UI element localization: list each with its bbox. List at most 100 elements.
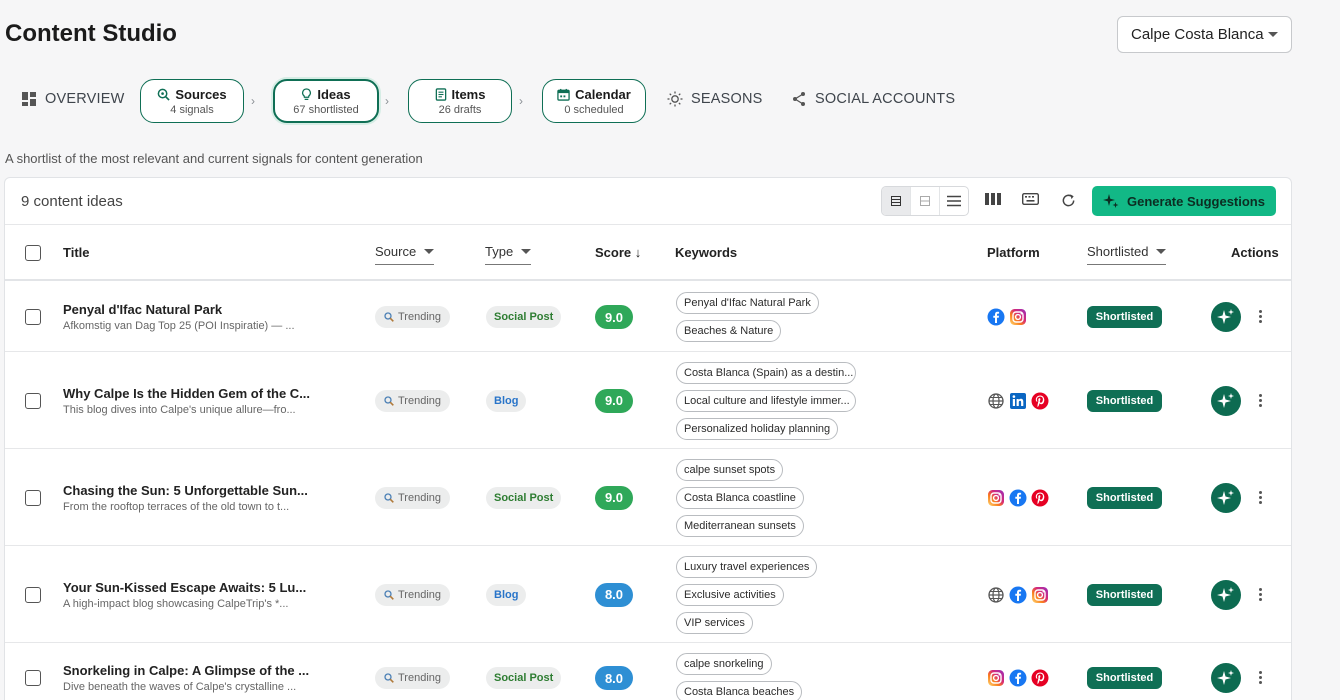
density-comfortable-button[interactable] xyxy=(940,187,968,215)
keyword-chip[interactable]: Mediterranean sunsets xyxy=(676,514,804,537)
status-badge[interactable]: Shortlisted xyxy=(1087,306,1162,328)
row-checkbox[interactable] xyxy=(25,489,41,506)
idea-title[interactable]: Snorkeling in Calpe: A Glimpse of the ..… xyxy=(63,663,309,678)
page-title: Content Studio xyxy=(5,20,177,47)
workspace-label: Calpe Costa Blanca xyxy=(1131,26,1264,43)
density-standard-button[interactable] xyxy=(911,187,940,215)
step-items-label: Items xyxy=(451,86,486,102)
chevron-down-icon xyxy=(521,249,532,254)
nav-social-accounts[interactable]: SOCIAL ACCOUNTS xyxy=(791,91,955,107)
idea-title[interactable]: Your Sun-Kissed Escape Awaits: 5 Lu... xyxy=(63,580,306,595)
table-row[interactable]: Why Calpe Is the Hidden Gem of the C... … xyxy=(5,352,1291,449)
more-options-icon[interactable] xyxy=(1255,393,1265,407)
status-badge[interactable]: Shortlisted xyxy=(1087,667,1162,689)
type-chip: Social Post xyxy=(486,667,562,689)
table-row[interactable]: Snorkeling in Calpe: A Glimpse of the ..… xyxy=(5,643,1291,700)
status-badge[interactable]: Shortlisted xyxy=(1087,583,1162,606)
keyword-chip[interactable]: Costa Blanca coastline xyxy=(676,486,804,509)
table-row[interactable]: Your Sun-Kissed Escape Awaits: 5 Lu... A… xyxy=(5,546,1291,643)
generate-suggestions-button[interactable]: Generate Suggestions xyxy=(1092,186,1276,216)
table-row[interactable]: Penyal d'Ifac Natural Park Afkomstig van… xyxy=(5,282,1291,352)
select-all-checkbox[interactable] xyxy=(25,245,41,261)
status-badge[interactable]: Shortlisted xyxy=(1087,389,1162,412)
chevron-down-icon xyxy=(1268,32,1278,37)
nav-seasons-label: SEASONS xyxy=(691,91,763,107)
instagram-icon xyxy=(987,489,1005,507)
keyword-chip[interactable]: Penyal d'Ifac Natural Park xyxy=(676,292,819,314)
keyword-chip[interactable]: Local culture and lifestyle immer... xyxy=(676,389,856,412)
ai-generate-button[interactable] xyxy=(1211,302,1241,332)
nav-seasons[interactable]: SEASONS xyxy=(667,91,763,107)
keyword-chip[interactable]: Personalized holiday planning xyxy=(676,417,839,440)
idea-title[interactable]: Penyal d'Ifac Natural Park xyxy=(63,302,222,317)
ai-generate-button[interactable] xyxy=(1211,579,1241,610)
step-ideas[interactable]: Ideas 67 shortlisted xyxy=(273,79,379,123)
keyword-chip[interactable]: calpe sunset spots xyxy=(676,458,784,481)
nav-overview[interactable]: OVERVIEW xyxy=(21,91,125,107)
more-options-icon[interactable] xyxy=(1255,587,1265,601)
type-chip: Blog xyxy=(486,583,527,606)
keyword-chip[interactable]: Luxury travel experiences xyxy=(676,555,818,578)
step-sources[interactable]: Sources 4 signals xyxy=(140,79,244,123)
idea-description: From the rooftop terraces of the old tow… xyxy=(63,500,290,513)
document-icon xyxy=(435,87,446,101)
linkedin-icon xyxy=(1009,392,1027,410)
share-icon xyxy=(793,92,805,106)
sparkle-icon xyxy=(1217,489,1234,505)
ai-generate-button[interactable] xyxy=(1211,482,1241,513)
col-source-label: Source xyxy=(375,244,417,259)
ai-generate-button[interactable] xyxy=(1211,663,1241,693)
keyword-list: calpe snorkeling Costa Blanca beaches xyxy=(676,653,803,700)
source-label: Trending xyxy=(398,311,442,323)
source-chip: Trending xyxy=(375,389,451,412)
more-options-icon[interactable] xyxy=(1255,490,1265,504)
col-type-filter[interactable]: Type xyxy=(485,244,532,265)
keyword-chip[interactable]: VIP services xyxy=(676,611,753,634)
facebook-icon xyxy=(987,308,1005,326)
row-checkbox[interactable] xyxy=(25,309,41,325)
more-options-icon[interactable] xyxy=(1255,310,1265,323)
row-checkbox[interactable] xyxy=(25,586,41,603)
step-calendar[interactable]: Calendar 0 scheduled xyxy=(542,79,646,123)
columns-icon[interactable] xyxy=(985,192,1001,206)
table-row[interactable]: Chasing the Sun: 5 Unforgettable Sun... … xyxy=(5,449,1291,546)
keyword-chip[interactable]: calpe snorkeling xyxy=(676,653,772,675)
step-sources-count: 4 signals xyxy=(170,103,214,116)
col-actions: Actions xyxy=(1231,245,1279,260)
density-compact-button[interactable] xyxy=(882,187,911,215)
source-chip: Trending xyxy=(375,306,451,328)
sparkle-icon xyxy=(1217,586,1234,602)
table-header: Title Source Type Score ↓ Keywords Platf… xyxy=(5,226,1291,281)
col-type-label: Type xyxy=(485,244,514,259)
status-badge[interactable]: Shortlisted xyxy=(1087,486,1162,509)
keyword-chip[interactable]: Costa Blanca beaches xyxy=(676,681,803,700)
idea-title[interactable]: Chasing the Sun: 5 Unforgettable Sun... xyxy=(63,483,308,498)
keyboard-icon[interactable] xyxy=(1022,193,1039,205)
ai-generate-button[interactable] xyxy=(1211,385,1241,416)
refresh-icon[interactable] xyxy=(1061,193,1076,208)
keyword-chip[interactable]: Costa Blanca (Spain) as a destin... xyxy=(676,361,856,384)
source-chip: Trending xyxy=(375,583,451,606)
more-options-icon[interactable] xyxy=(1255,671,1265,684)
dashboard-icon xyxy=(22,92,36,106)
sparkle-icon xyxy=(1103,194,1119,208)
idea-title[interactable]: Why Calpe Is the Hidden Gem of the C... xyxy=(63,386,310,401)
source-chip: Trending xyxy=(375,667,451,689)
compact-rows-icon xyxy=(891,196,901,206)
keyword-chip[interactable]: Exclusive activities xyxy=(676,583,784,606)
chevron-right-icon: › xyxy=(251,94,255,108)
instagram-icon xyxy=(987,669,1005,687)
col-score-sort[interactable]: Score ↓ xyxy=(595,245,641,260)
type-chip: Social Post xyxy=(486,306,562,328)
col-shortlisted-filter[interactable]: Shortlisted xyxy=(1087,244,1167,265)
step-items[interactable]: Items 26 drafts xyxy=(408,79,512,123)
row-checkbox[interactable] xyxy=(25,392,41,409)
workspace-select[interactable]: Calpe Costa Blanca xyxy=(1117,16,1292,53)
type-chip: Blog xyxy=(486,389,527,412)
search-icon xyxy=(384,312,394,322)
keyword-chip[interactable]: Beaches & Nature xyxy=(676,320,782,342)
row-checkbox[interactable] xyxy=(25,670,41,686)
score-badge: 8.0 xyxy=(595,666,633,690)
col-source-filter[interactable]: Source xyxy=(375,244,435,265)
list-icon xyxy=(947,195,961,207)
